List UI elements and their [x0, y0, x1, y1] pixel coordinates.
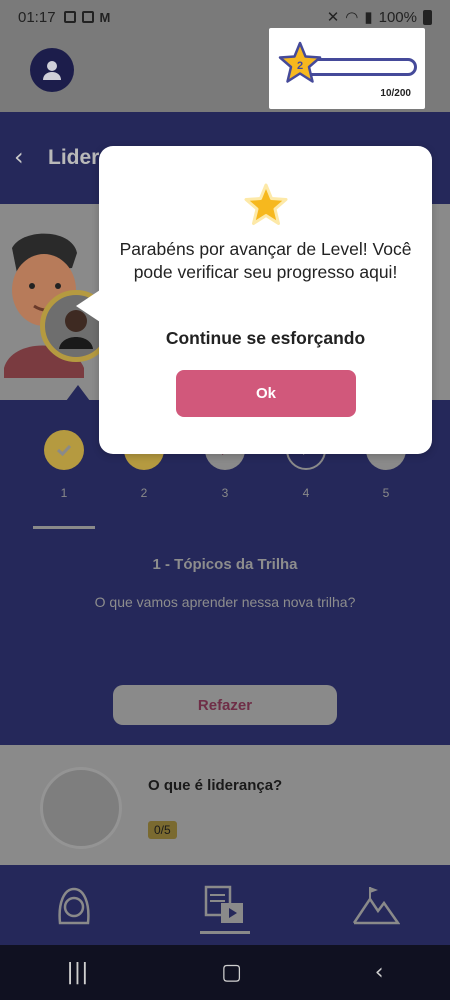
- page-title: Lider: [48, 146, 100, 169]
- nav-profile[interactable]: [52, 883, 96, 927]
- level-progress-counter: 10/200: [380, 88, 411, 99]
- dialog-encouragement: Continue se esforçando: [165, 328, 366, 348]
- home-icon[interactable]: ▢: [221, 960, 242, 985]
- battery-icon: [423, 9, 432, 25]
- nav-trails[interactable]: [203, 883, 247, 927]
- notification-icons: M: [63, 9, 111, 25]
- level-number: 2: [297, 60, 303, 72]
- status-time: 01:17: [18, 8, 56, 26]
- redo-button[interactable]: Refazer: [113, 685, 337, 725]
- mountain-flag-icon: [352, 887, 401, 925]
- dialog-pointer: [76, 290, 100, 322]
- battery-percent: 100%: [378, 8, 417, 26]
- user-icon: [43, 61, 61, 80]
- check-icon: [44, 430, 84, 470]
- level-up-dialog: Parabéns por avançar de Level! Você pode…: [99, 146, 432, 454]
- nav-active-indicator: [200, 931, 250, 934]
- mail-icon: M: [99, 9, 111, 25]
- profile-avatar[interactable]: [30, 48, 74, 92]
- section-description: O que vamos aprender nessa nova trilha?: [94, 594, 356, 610]
- hero-pointer: [66, 385, 90, 401]
- step-1[interactable]: 1: [44, 430, 84, 500]
- video-list-icon: [204, 885, 243, 923]
- topic-title: O que é liderança?: [148, 777, 283, 794]
- bottom-navigation: [0, 865, 450, 945]
- topic-emblem-icon: [40, 767, 122, 849]
- mute-icon: ✕: [326, 9, 340, 26]
- step-number: 3: [221, 486, 229, 500]
- step-number: 4: [302, 486, 310, 500]
- gallery-icon: [63, 11, 76, 23]
- step-number: 2: [140, 486, 148, 500]
- back-arrow-icon[interactable]: ‹: [14, 145, 36, 169]
- person-face-icon: [58, 887, 90, 925]
- level-progress-card[interactable]: 2 10/200: [269, 28, 425, 109]
- system-back-icon[interactable]: ‹: [375, 960, 384, 985]
- dialog-message: Parabéns por avançar de Level! Você pode…: [119, 239, 412, 282]
- wifi-icon: ◠: [345, 9, 359, 26]
- section-title: 1 - Tópicos da Trilha: [152, 556, 298, 573]
- system-nav-bar: ||| ▢ ‹: [0, 945, 450, 1000]
- step-number: 5: [382, 486, 390, 500]
- nav-goals[interactable]: [352, 883, 401, 927]
- ok-button[interactable]: Ok: [176, 370, 356, 417]
- level-star-icon: 2: [278, 41, 322, 83]
- star-icon: [244, 183, 288, 225]
- signal-icon: ▮: [364, 9, 373, 26]
- topic-card[interactable]: O que é liderança? 0/5: [0, 745, 450, 865]
- active-step-indicator: [33, 526, 95, 529]
- step-number: 1: [60, 486, 68, 500]
- status-right: ✕ ◠ ▮ 100%: [327, 8, 432, 26]
- recent-apps-icon[interactable]: |||: [66, 960, 88, 985]
- image-icon: [81, 11, 94, 23]
- topic-progress-badge: 0/5: [148, 821, 177, 839]
